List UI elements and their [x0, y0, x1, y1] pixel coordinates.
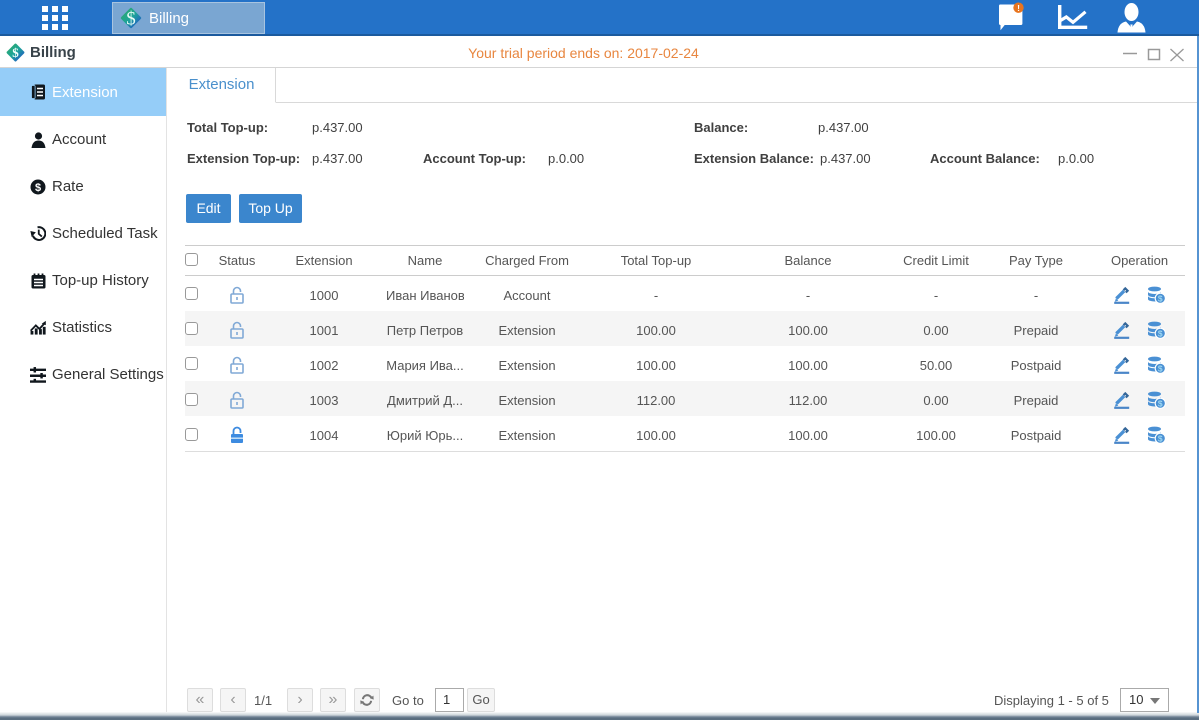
svg-text:$: $	[35, 182, 41, 194]
svg-text:$: $	[1158, 433, 1163, 443]
svg-text:$: $	[126, 9, 136, 30]
svg-text:!: !	[1017, 3, 1020, 13]
svg-text:$: $	[1158, 363, 1163, 373]
svg-text:$: $	[1158, 399, 1163, 409]
svg-text:$: $	[1158, 328, 1163, 338]
svg-text:$: $	[1158, 293, 1163, 303]
